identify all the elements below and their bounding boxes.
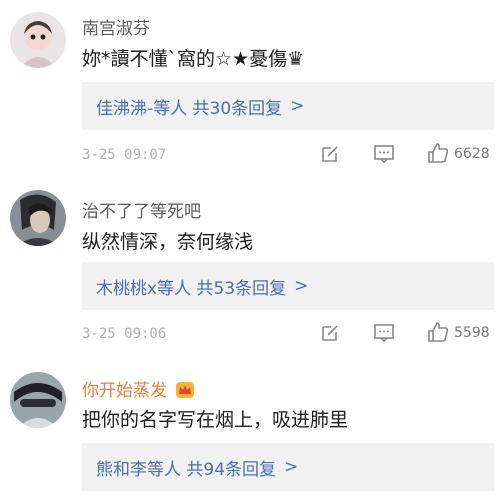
edit-icon[interactable] — [320, 323, 340, 347]
chevron-right-icon: > — [284, 457, 299, 477]
avatar[interactable] — [10, 12, 66, 68]
username[interactable]: 你开始蒸发 — [82, 376, 195, 401]
comment-icon[interactable] — [373, 323, 395, 347]
like-icon[interactable] — [427, 142, 449, 168]
chevron-right-icon: > — [290, 96, 305, 116]
reply-summary-text: 熊和李等人 共94条回复 — [96, 459, 277, 480]
chevron-right-icon: > — [294, 276, 309, 296]
reply-summary-text: 木桃桃x等人 共53条回复 — [96, 278, 287, 299]
comment-icon[interactable] — [373, 144, 395, 168]
like-count: 5598 — [454, 325, 490, 341]
reply-summary-button[interactable]: 木桃桃x等人 共53条回复 > — [82, 262, 494, 310]
like-count: 6628 — [454, 146, 490, 162]
username[interactable]: 南宫淑芬 — [82, 14, 150, 39]
crown-badge-icon — [176, 382, 195, 398]
comment-text: 妳*讀不懂`窩的☆★憂傷♛ — [82, 48, 305, 70]
username[interactable]: 治不了了等死吧 — [82, 197, 201, 222]
username-text: 你开始蒸发 — [82, 381, 167, 401]
like-icon[interactable] — [427, 321, 449, 347]
reply-summary-button[interactable]: 佳沸沸-等人 共30条回复 > — [82, 82, 494, 130]
comment-text: 纵然情深，奈何缘浅 — [82, 231, 254, 253]
reply-summary-button[interactable]: 熊和李等人 共94条回复 > — [82, 443, 494, 491]
avatar[interactable] — [10, 190, 66, 246]
timestamp: 3-25 09:07 — [82, 147, 167, 163]
reply-summary-text: 佳沸沸-等人 共30条回复 — [96, 98, 283, 119]
comment-text: 把你的名字写在烟上，吸进肺里 — [82, 409, 349, 431]
avatar[interactable] — [10, 372, 66, 428]
edit-icon[interactable] — [320, 144, 340, 168]
timestamp: 3-25 09:06 — [82, 326, 167, 342]
